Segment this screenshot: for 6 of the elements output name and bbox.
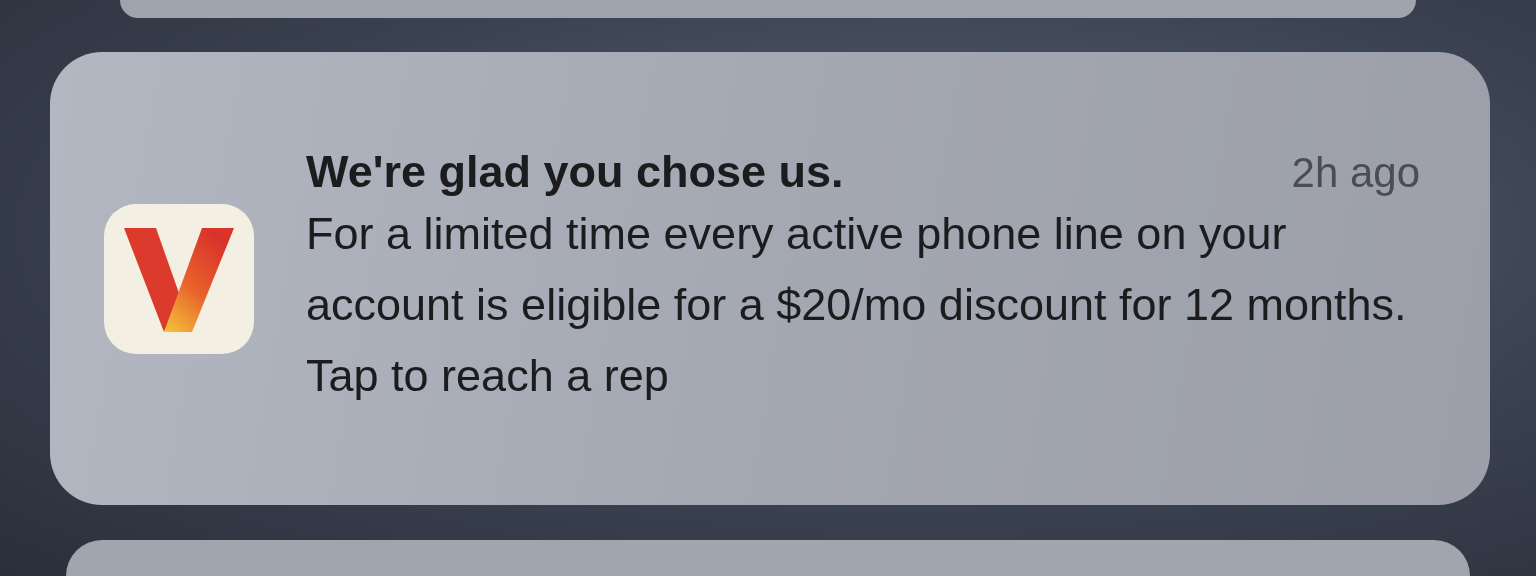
notification-card[interactable]: We're glad you chose us. 2h ago For a limited time every active phone line on your account is eligible for a $20/mo discount for 12 months. Tap to reach a rep: [50, 52, 1490, 505]
notification-title: We're glad you chose us.: [306, 146, 844, 198]
notification-body: For a limited time every active phone line on your account is eligible for a $20/mo discount for 12 months. Tap to reach a rep: [306, 207, 1408, 403]
app-icon: [104, 203, 254, 354]
notification-card[interactable]: [120, 0, 1416, 18]
notification-time: 2h ago: [1291, 149, 1420, 197]
